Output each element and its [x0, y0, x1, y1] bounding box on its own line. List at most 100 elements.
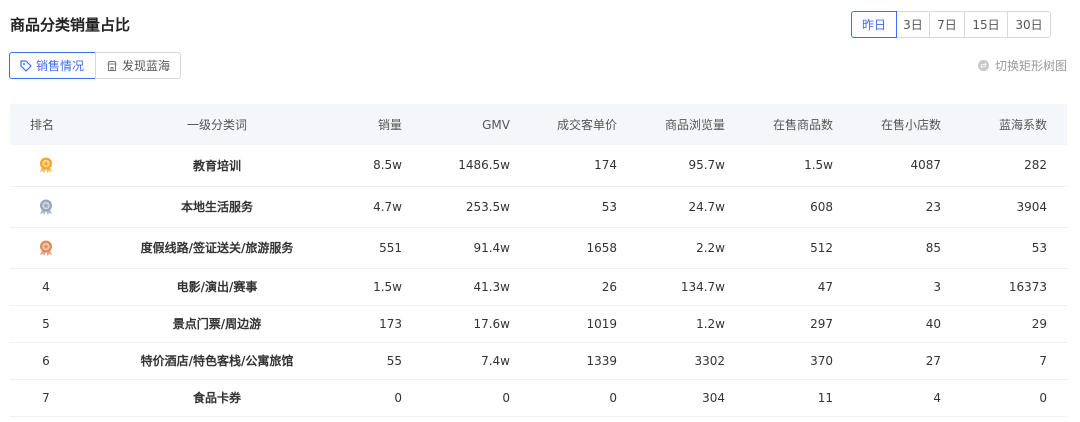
- views-cell: 304: [637, 379, 745, 417]
- period-15d-button[interactable]: 15日: [964, 11, 1008, 38]
- shops-cell: 23: [853, 186, 961, 228]
- rank-number: 1: [55, 156, 56, 157]
- header-products[interactable]: 在售商品数: [745, 104, 853, 145]
- header-category[interactable]: 一级分类词: [82, 104, 352, 145]
- views-cell: 3302: [637, 342, 745, 380]
- sales-cell: 0: [352, 379, 422, 417]
- rank-cell: 3: [10, 227, 82, 269]
- gmv-cell: 91.4w: [422, 227, 530, 269]
- rank-cell: 5: [10, 305, 82, 343]
- category-name[interactable]: 本地生活服务: [82, 186, 352, 228]
- category-name[interactable]: 景点门票/周边游: [82, 305, 352, 343]
- products-cell: 608: [745, 186, 853, 228]
- gmv-cell: 253.5w: [422, 186, 530, 228]
- header-rank[interactable]: 排名: [10, 104, 82, 145]
- views-cell: 24.7w: [637, 186, 745, 228]
- blue-ocean-cell: 7: [961, 342, 1067, 380]
- products-cell: 47: [745, 268, 853, 306]
- shops-cell: 40: [853, 305, 961, 343]
- shops-cell: 27: [853, 342, 961, 380]
- table-row[interactable]: 6 特价酒店/特色客栈/公寓旅馆 55 7.4w 1339 3302 370 27 7: [10, 342, 1067, 380]
- blue-ocean-cell: 3904: [961, 186, 1067, 228]
- rank-number: 3: [55, 239, 56, 240]
- silver-medal-icon: [40, 199, 52, 215]
- avg-price-cell: 0: [530, 379, 637, 417]
- switch-treemap-label: 切换矩形树图: [994, 59, 1067, 73]
- tag-icon: [20, 59, 32, 72]
- rank-cell: 7: [10, 379, 82, 417]
- period-30d-button[interactable]: 30日: [1007, 11, 1051, 38]
- tab-blue-ocean[interactable]: 发现蓝海: [95, 52, 181, 79]
- shop-icon: [107, 60, 117, 71]
- period-7d-button[interactable]: 7日: [929, 11, 965, 38]
- table-row[interactable]: 2 本地生活服务4.7w253.5w5324.7w608233904: [10, 186, 1067, 228]
- switch-treemap-link[interactable]: ⇄ 切换矩形树图: [977, 57, 1067, 74]
- sales-cell: 551: [352, 227, 422, 269]
- switch-icon: ⇄: [977, 60, 989, 71]
- header-gmv[interactable]: GMV: [422, 104, 530, 145]
- table-row[interactable]: 1 教育培训8.5w1486.5w17495.7w1.5w4087282: [10, 145, 1067, 187]
- shops-cell: 4087: [853, 145, 961, 187]
- rank-number: 2: [55, 198, 56, 199]
- sales-cell: 8.5w: [352, 145, 422, 187]
- header-sales[interactable]: 销量: [352, 104, 422, 145]
- blue-ocean-cell: 29: [961, 305, 1067, 343]
- header-shops[interactable]: 在售小店数: [853, 104, 961, 145]
- bronze-medal-icon: [40, 240, 52, 256]
- header-blue-ocean[interactable]: 蓝海系数: [961, 104, 1067, 145]
- blue-ocean-cell: 282: [961, 145, 1067, 187]
- sales-cell: 4.7w: [352, 186, 422, 228]
- period-3d-button[interactable]: 3日: [896, 11, 930, 38]
- avg-price-cell: 1658: [530, 227, 637, 269]
- products-cell: 512: [745, 227, 853, 269]
- tab-blue-ocean-label: 发现蓝海: [122, 59, 171, 73]
- category-name[interactable]: 食品卡券: [82, 379, 352, 417]
- category-name[interactable]: 教育培训: [82, 145, 352, 187]
- page-title: 商品分类销量占比: [10, 16, 131, 34]
- shops-cell: 3: [853, 268, 961, 306]
- table-row[interactable]: 7 食品卡券 0 0 0 304 11 4 0: [10, 379, 1067, 417]
- period-selector: 昨日 3日 7日 15日 30日: [851, 11, 1051, 38]
- views-cell: 1.2w: [637, 305, 745, 343]
- rank-cell: 1: [10, 145, 82, 187]
- tab-sales[interactable]: 销售情况: [9, 52, 96, 79]
- table-row[interactable]: 3 度假线路/签证送关/旅游服务55191.4w16582.2w5128553: [10, 227, 1067, 269]
- gmv-cell: 17.6w: [422, 305, 530, 343]
- shops-cell: 4: [853, 379, 961, 417]
- avg-price-cell: 1019: [530, 305, 637, 343]
- view-tabs: 销售情况 发现蓝海: [9, 52, 181, 79]
- table-header-row: 排名 一级分类词 销量 GMV 成交客单价 商品浏览量 在售商品数 在售小店数 …: [10, 104, 1067, 145]
- header-views[interactable]: 商品浏览量: [637, 104, 745, 145]
- products-cell: 297: [745, 305, 853, 343]
- views-cell: 2.2w: [637, 227, 745, 269]
- rank-cell: 6: [10, 342, 82, 380]
- rank-cell: 2: [10, 186, 82, 228]
- gmv-cell: 7.4w: [422, 342, 530, 380]
- products-cell: 1.5w: [745, 145, 853, 187]
- sales-cell: 55: [352, 342, 422, 380]
- avg-price-cell: 1339: [530, 342, 637, 380]
- avg-price-cell: 26: [530, 268, 637, 306]
- table-row[interactable]: 4 电影/演出/赛事 1.5w 41.3w 26 134.7w 47 3 16373: [10, 268, 1067, 306]
- views-cell: 134.7w: [637, 268, 745, 306]
- period-yesterday-button[interactable]: 昨日: [851, 11, 897, 38]
- products-cell: 370: [745, 342, 853, 380]
- shops-cell: 85: [853, 227, 961, 269]
- products-cell: 11: [745, 379, 853, 417]
- avg-price-cell: 174: [530, 145, 637, 187]
- avg-price-cell: 53: [530, 186, 637, 228]
- category-name[interactable]: 电影/演出/赛事: [82, 268, 352, 306]
- sales-cell: 1.5w: [352, 268, 422, 306]
- tab-sales-label: 销售情况: [36, 59, 85, 73]
- gold-medal-icon: [40, 157, 52, 174]
- gmv-cell: 1486.5w: [422, 145, 530, 187]
- category-sales-table: 排名 一级分类词 销量 GMV 成交客单价 商品浏览量 在售商品数 在售小店数 …: [10, 104, 1067, 417]
- sales-cell: 173: [352, 305, 422, 343]
- table-row[interactable]: 5 景点门票/周边游 173 17.6w 1019 1.2w 297 40 29: [10, 305, 1067, 343]
- gmv-cell: 0: [422, 379, 530, 417]
- header-avg-price[interactable]: 成交客单价: [530, 104, 637, 145]
- category-name[interactable]: 特价酒店/特色客栈/公寓旅馆: [82, 342, 352, 380]
- category-name[interactable]: 度假线路/签证送关/旅游服务: [82, 227, 352, 269]
- blue-ocean-cell: 0: [961, 379, 1067, 417]
- gmv-cell: 41.3w: [422, 268, 530, 306]
